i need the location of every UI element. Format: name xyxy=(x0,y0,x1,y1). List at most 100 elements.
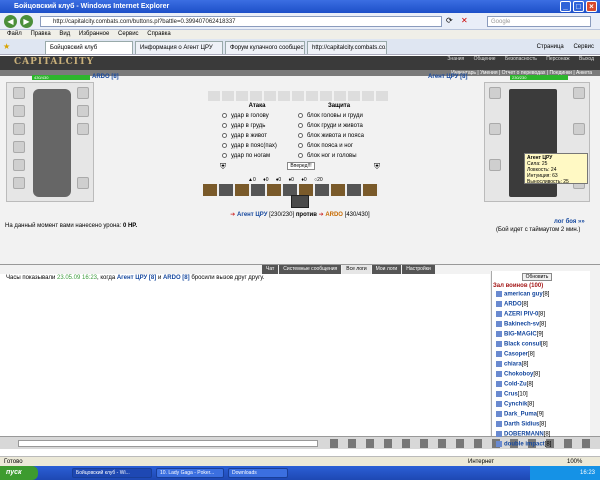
left-player-name[interactable]: ARDO [8] xyxy=(92,74,119,80)
legs-slot[interactable] xyxy=(77,177,89,189)
attack-groin[interactable]: удар в пояс(пах) xyxy=(222,141,292,151)
block-stomach-belt-radio[interactable] xyxy=(298,132,303,138)
user-name[interactable]: ARDO xyxy=(504,302,522,308)
user-info-icon[interactable] xyxy=(496,371,502,377)
forward-icon[interactable]: ▶ xyxy=(20,15,33,28)
user-info-icon[interactable] xyxy=(496,441,502,447)
user-list-item[interactable]: Crus[10] xyxy=(496,391,528,398)
chat-input[interactable] xyxy=(18,440,318,447)
boots-slot[interactable] xyxy=(13,177,25,189)
user-name[interactable]: double impact xyxy=(504,442,545,448)
tab-all-logs[interactable]: Все логи xyxy=(342,265,371,274)
user-name[interactable]: Crus xyxy=(504,392,518,398)
tab-chat[interactable]: Чат xyxy=(262,265,279,274)
user-list-item[interactable]: BIG-MAGIC[9] xyxy=(496,331,543,338)
user-name[interactable]: Black consul xyxy=(504,342,541,348)
user-info-icon[interactable] xyxy=(496,401,502,407)
belt-slot[interactable] xyxy=(13,159,25,171)
menu-favorites[interactable]: Избранное xyxy=(79,31,109,37)
right-helmet-slot[interactable] xyxy=(489,87,501,99)
user-info-icon[interactable] xyxy=(496,421,502,427)
minimize-button[interactable]: _ xyxy=(560,1,571,12)
menu-security[interactable]: Безопасность xyxy=(505,56,537,62)
service-menu-button[interactable]: Сервис xyxy=(573,44,594,50)
attack-head[interactable]: удар в голову xyxy=(222,111,292,121)
stop-icon[interactable]: ✕ xyxy=(461,16,468,25)
refresh-button[interactable]: Обновить xyxy=(522,273,552,281)
user-info-icon[interactable] xyxy=(496,341,502,347)
user-info-icon[interactable] xyxy=(496,431,502,437)
user-info-icon[interactable] xyxy=(496,351,502,357)
user-list-item[interactable]: Casoper[8] xyxy=(496,351,535,358)
tab-agent-info[interactable]: Информация о Агент ЦРУ xyxy=(135,41,223,54)
user-name[interactable]: AZERI PIV-0 xyxy=(504,312,538,318)
user-name[interactable]: Cynchik xyxy=(504,402,527,408)
weapon-slot[interactable] xyxy=(13,123,25,135)
menu-help[interactable]: Справка xyxy=(147,31,171,37)
attack-chest[interactable]: удар в грудь xyxy=(222,121,292,131)
user-list-item[interactable]: DOBERMANN[8] xyxy=(496,431,550,438)
menu-edit[interactable]: Правка xyxy=(30,31,50,37)
user-name[interactable]: DOBERMANN xyxy=(504,432,544,438)
block-chest-stomach-radio[interactable] xyxy=(298,122,303,128)
user-name[interactable]: Darth Sidius xyxy=(504,422,539,428)
user-info-icon[interactable] xyxy=(496,331,502,337)
user-list-item[interactable]: double impact[8] xyxy=(496,441,551,448)
user-name[interactable]: chiara xyxy=(504,362,522,368)
right-ring-slot[interactable] xyxy=(573,87,585,99)
forward-button[interactable]: Вперед!!! xyxy=(287,162,315,170)
helmet-slot[interactable] xyxy=(13,87,25,99)
tab-forum[interactable]: Форум кулачного сообщест... xyxy=(225,41,305,54)
favorites-star-icon[interactable]: ★ xyxy=(3,42,10,51)
menu-view[interactable]: Вид xyxy=(59,31,70,37)
ring-slot[interactable] xyxy=(77,87,89,99)
user-list-item[interactable]: AZERI PIV-0[8] xyxy=(496,311,545,318)
attack-stomach[interactable]: удар в живот xyxy=(222,131,292,141)
battle-log-link[interactable]: лог боя »» xyxy=(554,219,585,225)
user-list-item[interactable]: Cynchik[8] xyxy=(496,401,534,408)
vs-right-name[interactable]: ARDO xyxy=(325,212,343,218)
menu-knowledge[interactable]: Знания xyxy=(447,56,464,62)
user-info-icon[interactable] xyxy=(496,381,502,387)
user-info-icon[interactable] xyxy=(496,311,502,317)
chat-user-b[interactable]: ARDO [8] xyxy=(163,275,190,281)
attack-groin-radio[interactable] xyxy=(222,142,227,148)
block-head-chest-radio[interactable] xyxy=(298,112,303,118)
maximize-button[interactable]: □ xyxy=(573,1,584,12)
user-list-item[interactable]: chiara[8] xyxy=(496,361,528,368)
close-button[interactable]: × xyxy=(586,1,597,12)
block-head-chest[interactable]: блок головы и груди xyxy=(298,111,380,121)
attack-legs[interactable]: удар по ногам xyxy=(222,151,292,161)
user-name[interactable]: Dark_Puma xyxy=(504,412,537,418)
task-downloads[interactable]: Downloads xyxy=(228,468,288,478)
user-list-item[interactable]: Dark_Puma[9] xyxy=(496,411,544,418)
user-list-item[interactable]: Darth Sidius[8] xyxy=(496,421,546,428)
user-name[interactable]: american guy xyxy=(504,292,543,298)
menu-exit[interactable]: Выход xyxy=(579,56,594,62)
user-name[interactable]: Bakinech-sv xyxy=(504,322,539,328)
user-list-item[interactable]: Bakinech-sv[8] xyxy=(496,321,546,328)
tab-settings[interactable]: Настройки xyxy=(402,265,435,274)
tab-system[interactable]: Системные сообщения xyxy=(279,265,342,274)
user-name[interactable]: Chokoboy xyxy=(504,372,533,378)
url-field[interactable]: http://capitalcity.combats.com/buttons.p… xyxy=(40,16,442,27)
attack-head-radio[interactable] xyxy=(222,112,227,118)
tab-capitalcity[interactable]: http://capitalcity.combats.co... xyxy=(307,41,387,54)
start-button[interactable]: пуск xyxy=(0,466,38,480)
user-info-icon[interactable] xyxy=(496,361,502,367)
attack-legs-radio[interactable] xyxy=(222,152,227,158)
block-legs-head[interactable]: блок ног и головы xyxy=(298,151,380,161)
block-belt-legs-radio[interactable] xyxy=(298,142,303,148)
right-shield-slot[interactable] xyxy=(573,123,585,135)
right-player-name[interactable]: Агент ЦРУ [8] xyxy=(428,74,467,80)
amulet-slot[interactable] xyxy=(13,105,25,117)
block-legs-head-radio[interactable] xyxy=(298,152,303,158)
block-belt-legs[interactable]: блок пояса и ног xyxy=(298,141,380,151)
combo-icon[interactable] xyxy=(291,195,309,208)
shield-slot[interactable] xyxy=(77,123,89,135)
user-info-icon[interactable] xyxy=(496,411,502,417)
search-input[interactable]: Google xyxy=(487,16,591,27)
chat-user-a[interactable]: Агент ЦРУ [8] xyxy=(117,275,156,281)
attack-stomach-radio[interactable] xyxy=(222,132,227,138)
user-info-icon[interactable] xyxy=(496,391,502,397)
